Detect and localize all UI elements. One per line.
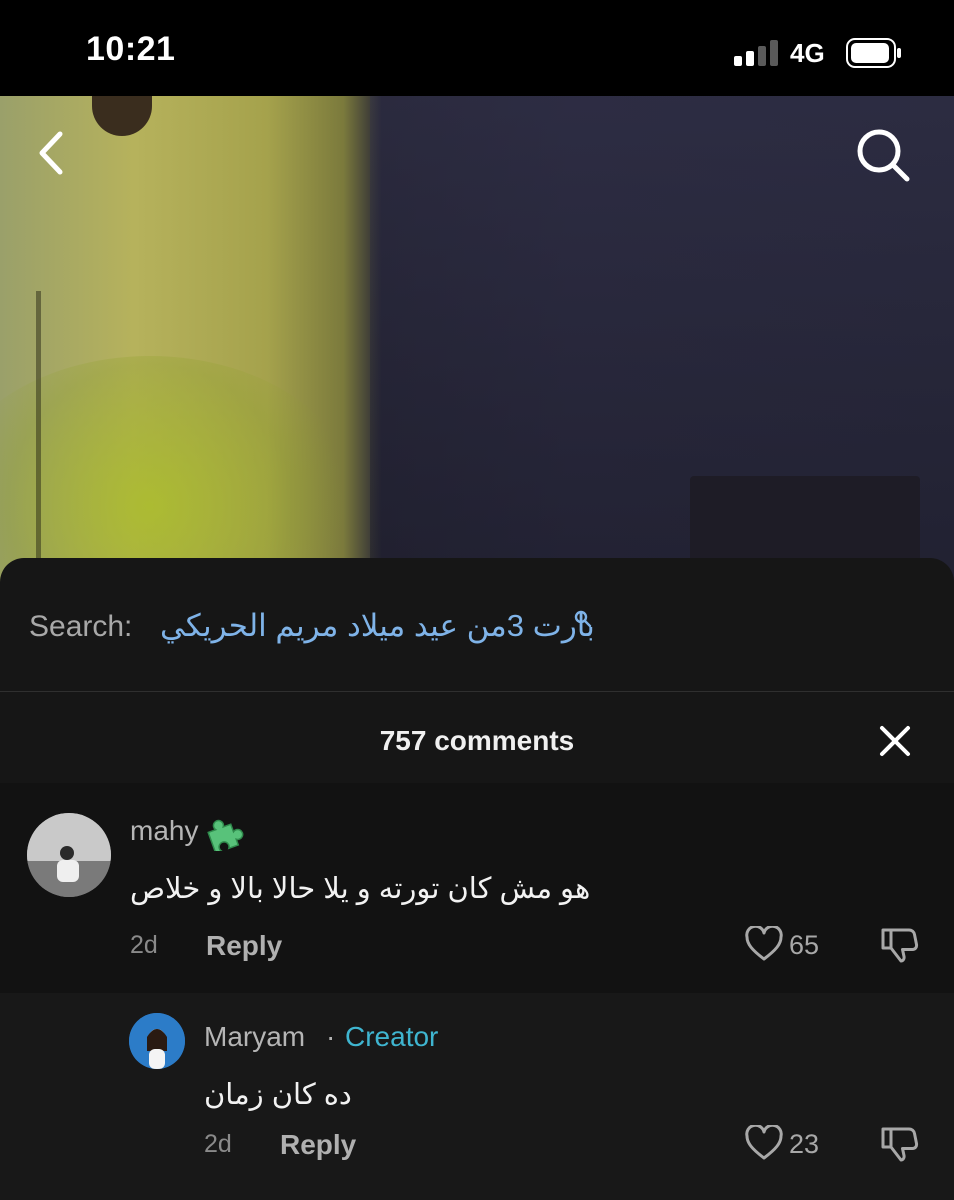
creator-badge: Creator	[345, 1021, 439, 1052]
avatar[interactable]	[129, 1013, 185, 1069]
comments-header: 757 comments	[0, 693, 954, 783]
video-frame-object	[92, 96, 152, 136]
comment-reply-item: Maryam · Creator ده كان زمان 2d Reply 23	[0, 993, 954, 1200]
avatar-photo	[129, 1013, 185, 1069]
chevron-left-icon[interactable]	[30, 128, 74, 178]
comment-text: ده كان زمان	[204, 1079, 352, 1111]
avatar[interactable]	[27, 813, 111, 897]
creator-separator: ·	[326, 1021, 336, 1052]
comment-time: 2d	[204, 1130, 232, 1158]
comment-username[interactable]: Maryam	[204, 1021, 305, 1053]
like-count: 23	[789, 1129, 820, 1159]
comment-time: 2d	[130, 931, 158, 959]
video-frame-object	[36, 291, 41, 591]
search-icon[interactable]	[854, 126, 912, 184]
network-type: 4G	[790, 38, 825, 68]
thumbs-down-icon[interactable]	[879, 1123, 919, 1163]
video-player[interactable]	[0, 96, 954, 616]
search-suggestion-bar[interactable]: Search: بارت 3من عيد ميلاد مريم الحريكي	[0, 558, 954, 692]
heart-icon[interactable]	[744, 1125, 784, 1161]
reply-button[interactable]: Reply	[280, 1129, 356, 1161]
avatar-photo	[27, 813, 111, 897]
battery-icon	[846, 38, 901, 68]
search-suggestion-link[interactable]: بارت 3من عيد ميلاد مريم الحريكي	[160, 608, 595, 644]
heart-icon[interactable]	[744, 926, 784, 962]
status-time: 10:21	[86, 30, 176, 68]
comment-text: هو مش كان تورته و يلا حالا بالا و خلاص	[130, 873, 591, 905]
comment-item: mahy هو مش كان تورته و يلا حالا بالا و خ…	[0, 783, 954, 993]
comment-username[interactable]: mahy	[130, 815, 198, 847]
thumbs-down-icon[interactable]	[879, 924, 919, 964]
cellular-signal-icon	[734, 40, 780, 66]
comments-count: 757 comments	[379, 725, 575, 756]
search-prefix-label: Search:	[29, 610, 133, 643]
comments-sheet: Search: بارت 3من عيد ميلاد مريم الحريكي …	[0, 558, 954, 1200]
puzzle-piece-icon	[207, 819, 244, 851]
close-icon[interactable]	[878, 724, 912, 758]
reply-button[interactable]: Reply	[206, 930, 282, 962]
like-count: 65	[789, 930, 820, 960]
video-frame-object	[690, 476, 920, 566]
search-icon	[574, 610, 592, 628]
status-bar: 10:21 4G	[0, 0, 954, 96]
